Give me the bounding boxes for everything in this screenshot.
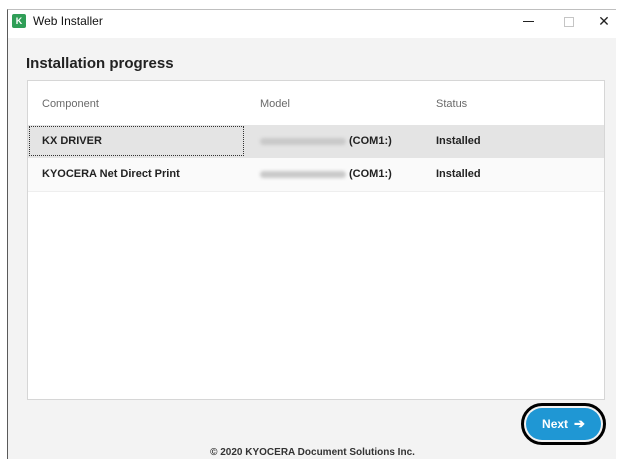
app-icon: K: [12, 14, 26, 28]
components-table: Component Model Status KX DRIVER (COM1:)…: [27, 80, 605, 400]
minimize-button[interactable]: [508, 10, 548, 36]
window-title: Web Installer: [33, 14, 103, 28]
page-heading: Installation progress: [26, 55, 174, 72]
model-cell: (COM1:): [260, 168, 392, 180]
installer-window: K Web Installer ✕ Installation progress …: [7, 9, 616, 459]
table-row[interactable]: KYOCERA Net Direct Print (COM1:) Install…: [28, 158, 604, 192]
component-cell: KYOCERA Net Direct Print: [42, 168, 180, 180]
close-icon: ✕: [598, 13, 610, 29]
redacted-model-name: [260, 170, 346, 178]
port-label: (COM1:): [349, 135, 392, 147]
minimize-icon: [522, 21, 534, 23]
column-header-status: Status: [436, 98, 468, 110]
table-header: Component Model Status: [28, 81, 604, 125]
redacted-model-name: [260, 137, 346, 145]
column-header-component: Component: [42, 98, 99, 110]
maximize-button[interactable]: [549, 10, 589, 36]
maximize-icon: [564, 16, 574, 27]
status-cell: Installed: [436, 135, 481, 147]
close-button[interactable]: ✕: [584, 10, 617, 36]
port-label: (COM1:): [349, 168, 392, 180]
next-button[interactable]: Next ➔: [526, 408, 601, 440]
copyright-footer: © 2020 KYOCERA Document Solutions Inc.: [210, 447, 415, 458]
table-row[interactable]: KX DRIVER (COM1:) Installed: [28, 125, 604, 158]
component-cell: KX DRIVER: [42, 135, 102, 147]
next-button-label: Next: [542, 417, 569, 431]
model-cell: (COM1:): [260, 135, 392, 147]
arrow-right-icon: ➔: [574, 416, 585, 431]
title-bar[interactable]: K Web Installer ✕: [8, 10, 616, 38]
status-cell: Installed: [436, 168, 481, 180]
column-header-model: Model: [260, 98, 290, 110]
